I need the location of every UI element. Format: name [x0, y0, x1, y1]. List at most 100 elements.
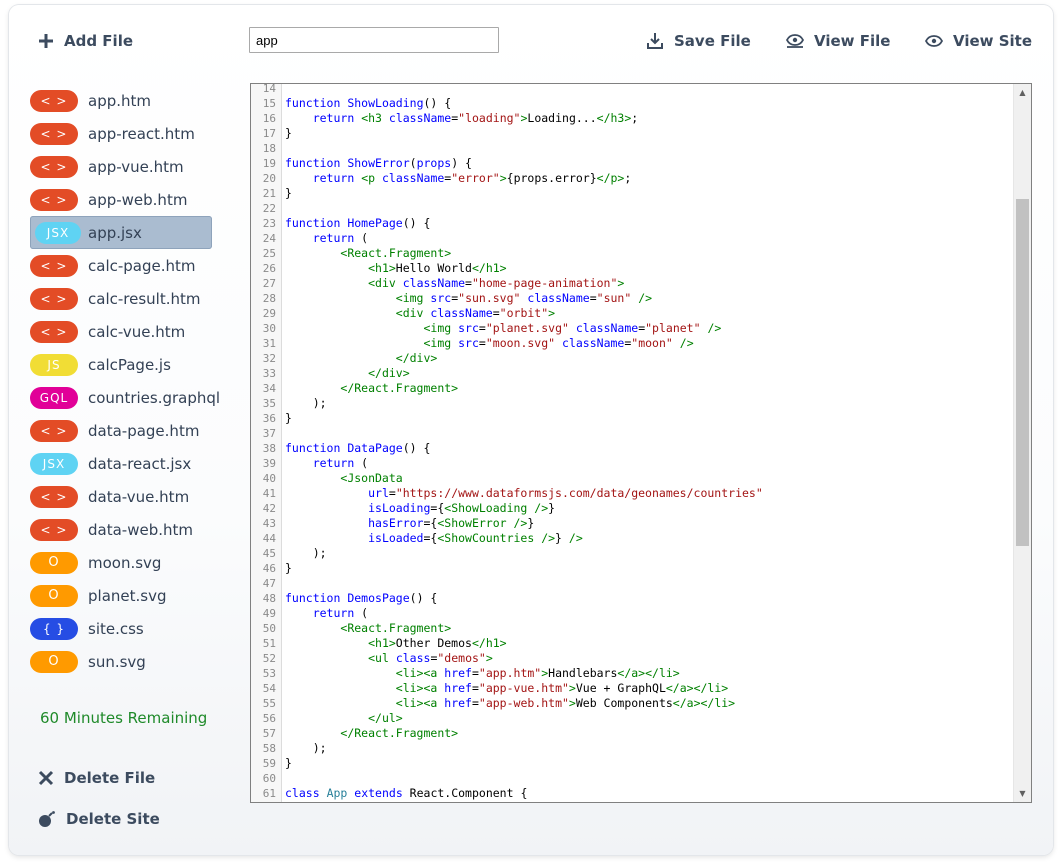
line-source: function HomePage() { — [285, 216, 431, 230]
code-line: 27 <div className="home-page-animation"> — [251, 276, 1013, 291]
code-line: 47 — [251, 576, 1013, 591]
code-line: 35 ); — [251, 396, 1013, 411]
code-editor[interactable]: 14 15 function ShowLoading() {16 return <h… — [250, 83, 1032, 803]
delete-site-button[interactable]: Delete Site — [38, 810, 160, 828]
file-item[interactable]: < > app.htm — [30, 84, 212, 117]
file-type-badge: < > — [30, 254, 78, 277]
line-source: isLoaded={<ShowCountries />} /> — [368, 531, 583, 545]
line-number: 55 — [262, 697, 276, 710]
line-number: 35 — [262, 397, 276, 410]
file-item[interactable]: < > app-react.htm — [30, 117, 212, 150]
scroll-down-arrow-icon[interactable]: ▼ — [1014, 785, 1031, 802]
view-site-button[interactable]: View Site — [925, 32, 1032, 50]
file-item[interactable]: JS calcPage.js — [30, 348, 212, 381]
file-item[interactable]: < > data-page.htm — [30, 414, 212, 447]
line-number: 26 — [262, 262, 276, 275]
code-line: 50 <React.Fragment> — [251, 621, 1013, 636]
line-source: function ShowLoading() { — [285, 96, 452, 110]
line-source: <JsonData — [340, 471, 403, 485]
line-number: 33 — [262, 367, 276, 380]
file-item[interactable]: Omoon.svg — [30, 546, 212, 579]
line-number: 58 — [262, 742, 276, 755]
code-line: 36} — [251, 411, 1013, 426]
scroll-up-arrow-icon[interactable]: ▲ — [1014, 84, 1031, 101]
line-number: 20 — [262, 172, 276, 185]
line-source: } — [285, 411, 292, 425]
code-line: 56 </ul> — [251, 711, 1013, 726]
line-source: ); — [285, 741, 327, 755]
delete-site-label: Delete Site — [66, 810, 160, 828]
file-item[interactable]: Oplanet.svg — [30, 579, 212, 612]
vertical-scrollbar[interactable]: ▲ ▼ — [1013, 84, 1031, 802]
line-number: 27 — [262, 277, 276, 290]
view-file-button[interactable]: View File — [786, 32, 890, 50]
line-number: 14 — [262, 83, 276, 95]
file-item[interactable]: GQL countries.graphql — [30, 381, 220, 414]
file-item[interactable]: Osun.svg — [30, 645, 212, 678]
line-source: return ( — [312, 231, 369, 245]
file-name: calc-result.htm — [88, 289, 201, 308]
file-name: countries.graphql — [88, 388, 221, 407]
file-item[interactable]: < > calc-result.htm — [30, 282, 212, 315]
line-number: 30 — [262, 322, 276, 335]
file-name: data-web.htm — [88, 520, 193, 539]
line-number: 54 — [262, 682, 276, 695]
save-file-button[interactable]: Save File — [646, 32, 751, 50]
code-line: 15 function ShowLoading() { — [251, 96, 1013, 111]
file-item[interactable]: { } site.css — [30, 612, 212, 645]
code-line: 20 return <p className="error">{props.er… — [251, 171, 1013, 186]
file-item[interactable]: < > app-vue.htm — [30, 150, 212, 183]
file-item[interactable]: JSX data-react.jsx — [30, 447, 212, 480]
code-line: 58 ); — [251, 741, 1013, 756]
add-file-button[interactable]: Add File — [38, 32, 133, 50]
line-source: <img src="moon.svg" className="moon" /> — [423, 336, 694, 350]
code-content[interactable]: 14 15 function ShowLoading() {16 return <h… — [251, 83, 1013, 801]
code-line: 57 </React.Fragment> — [251, 726, 1013, 741]
file-name: sun.svg — [88, 652, 146, 671]
line-source: </div> — [368, 366, 410, 380]
code-line: 21} — [251, 186, 1013, 201]
line-source: url="https://www.dataformsjs.com/data/ge… — [368, 486, 763, 500]
line-source: ); — [285, 546, 327, 560]
search-input[interactable] — [249, 27, 499, 53]
file-name: app.jsx — [88, 223, 142, 242]
file-type-badge: < > — [30, 485, 78, 508]
file-type-badge: O — [30, 584, 78, 607]
line-number: 18 — [262, 142, 276, 155]
file-item[interactable]: < > data-vue.htm — [30, 480, 212, 513]
line-source: </React.Fragment> — [340, 381, 459, 395]
code-line: 34 </React.Fragment> — [251, 381, 1013, 396]
file-item[interactable]: < > calc-page.htm — [30, 249, 212, 282]
line-source: class App extends React.Component { — [285, 786, 528, 800]
code-line: 28 <img src="sun.svg" className="sun" /> — [251, 291, 1013, 306]
line-number: 59 — [262, 757, 276, 770]
file-item[interactable]: JSX app.jsx — [30, 216, 212, 249]
file-item[interactable]: < > calc-vue.htm — [30, 315, 212, 348]
file-type-badge: < > — [30, 518, 78, 541]
code-line: 61 class App extends React.Component { — [251, 786, 1013, 801]
code-line: 49 return ( — [251, 606, 1013, 621]
file-type-badge: < > — [30, 89, 78, 112]
line-number: 57 — [262, 727, 276, 740]
file-type-badge: JS — [30, 353, 78, 376]
file-item[interactable]: < > data-web.htm — [30, 513, 212, 546]
line-source: return ( — [312, 606, 369, 620]
file-item[interactable]: < > app-web.htm — [30, 183, 212, 216]
line-source: <div className="orbit"> — [395, 306, 556, 320]
delete-file-button[interactable]: Delete File — [38, 769, 155, 787]
line-number: 15 — [262, 97, 276, 110]
code-line: 14 — [251, 83, 1013, 96]
line-source: <img src="sun.svg" className="sun" /> — [395, 291, 653, 305]
line-number: 37 — [262, 427, 276, 440]
code-line: 30 <img src="planet.svg" className="plan… — [251, 321, 1013, 336]
file-type-badge: GQL — [30, 386, 78, 409]
scrollbar-thumb[interactable] — [1016, 199, 1029, 546]
line-number: 19 — [262, 157, 276, 170]
code-line: 59} — [251, 756, 1013, 771]
line-number: 52 — [262, 652, 276, 665]
line-source: <li><a href="app-vue.htm">Vue + GraphQL<… — [395, 681, 729, 695]
line-source: </ul> — [368, 711, 403, 725]
line-number: 45 — [262, 547, 276, 560]
file-type-badge: < > — [30, 287, 78, 310]
delete-file-label: Delete File — [64, 769, 156, 787]
